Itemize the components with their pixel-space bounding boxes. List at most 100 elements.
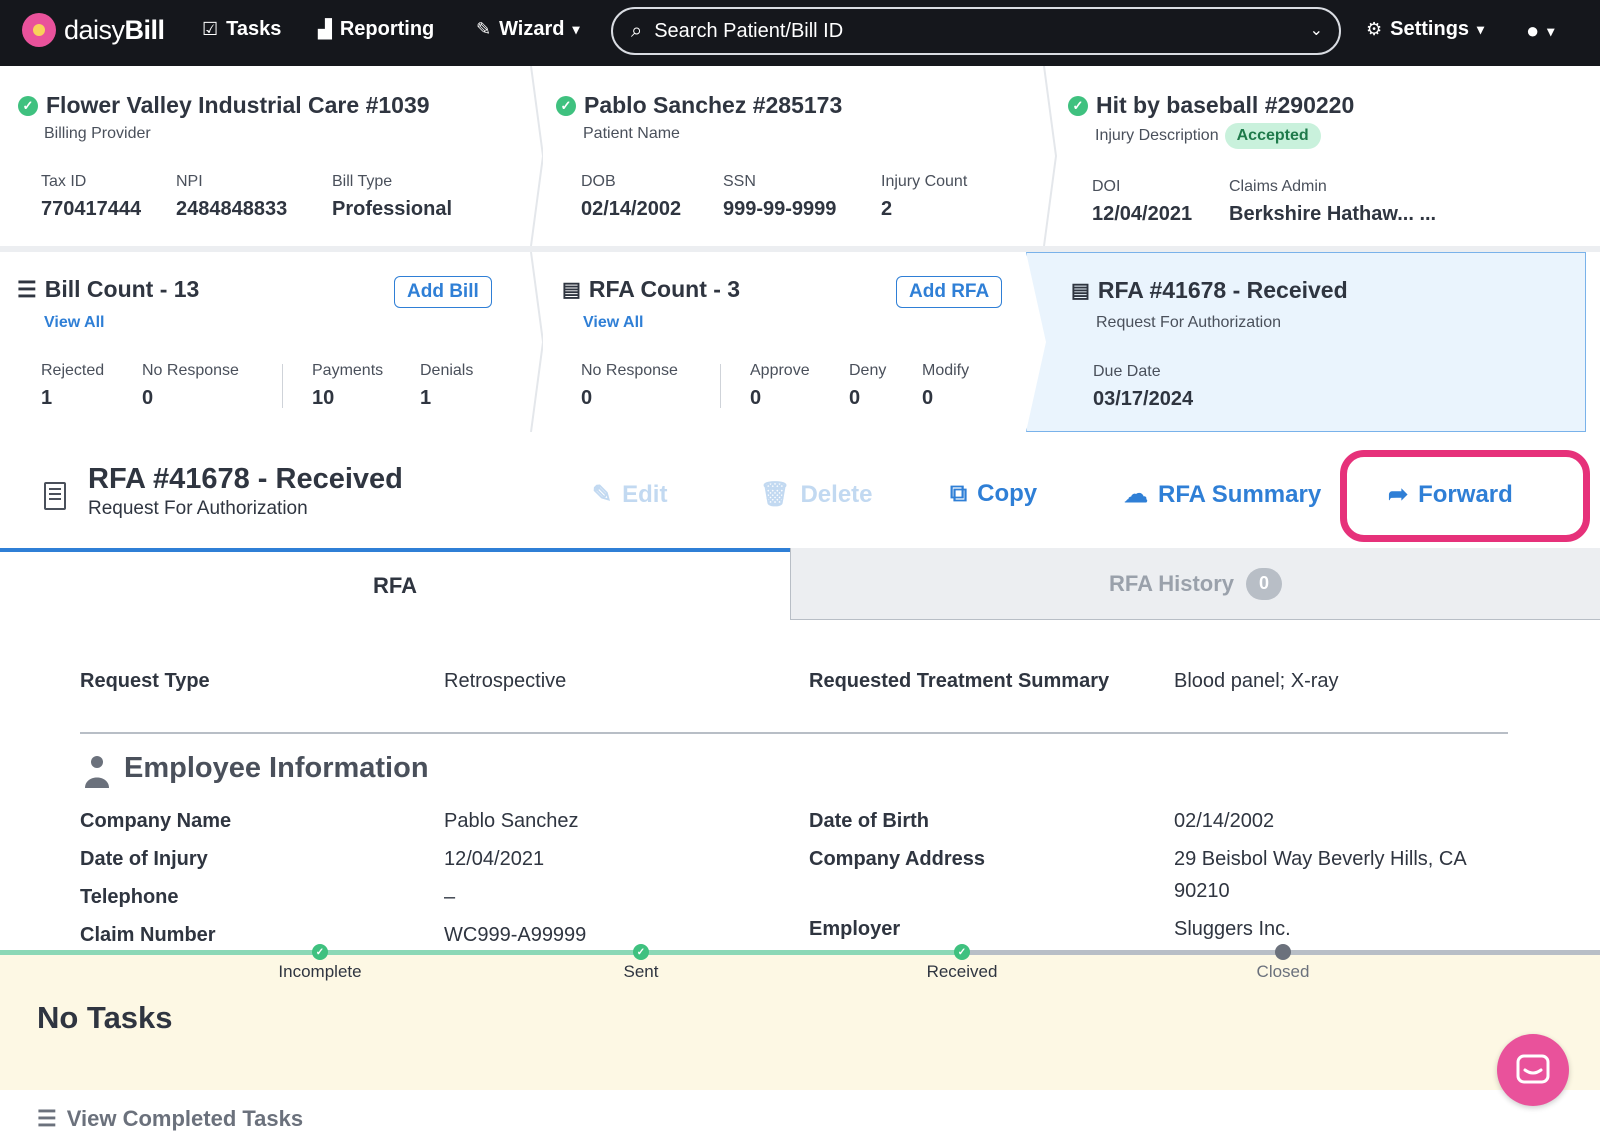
bills-no-response-value: 0 [142, 387, 154, 409]
tasks-title: No Tasks [37, 1000, 173, 1035]
company-address-label: Company Address [809, 848, 985, 870]
company-name-value: Pablo Sanchez [444, 810, 579, 832]
nav-reporting[interactable]: ▟ Reporting [318, 18, 434, 41]
rejected-label: Rejected [41, 362, 105, 379]
treatment-summary-value: Blood panel; X-ray [1174, 670, 1339, 692]
date-of-birth-value: 02/14/2002 [1174, 810, 1275, 832]
copy-icon: ⧉ [950, 480, 968, 507]
rfa-count-title: ▤ RFA Count - 3 [562, 276, 741, 302]
employer-label: Employer [809, 918, 901, 940]
deny-label: Deny [849, 362, 887, 379]
patient-subtitle: Patient Name [583, 125, 680, 142]
bill-type-value: Professional [332, 198, 453, 220]
due-date-label: Due Date [1093, 363, 1161, 380]
tab-rfa-history[interactable]: RFA History 0 [790, 548, 1600, 620]
provider-panel[interactable]: ✓ Flower Valley Industrial Care #1039 Bi… [0, 66, 530, 246]
injury-panel[interactable]: ✓ Hit by baseball #290220 Injury Descrip… [1054, 66, 1600, 246]
due-date-value: 03/17/2024 [1093, 388, 1194, 410]
search-input[interactable]: ⌕ Search Patient/Bill ID ⌄ [611, 7, 1341, 55]
doi-value: 12/04/2021 [1092, 203, 1193, 225]
copy-button[interactable]: ⧉ Copy [950, 480, 1037, 508]
status-badge: Accepted [1224, 123, 1321, 149]
nav-tasks[interactable]: ☑ Tasks [202, 18, 281, 41]
delete-button[interactable]: 🗑 Delete [760, 480, 873, 509]
current-rfa-panel[interactable]: ▤ RFA #41678 - Received Request For Auth… [1026, 252, 1586, 432]
top-nav: daisyBill ☑ Tasks ▟ Reporting ✎ Wizard ▾… [0, 0, 1600, 66]
trash-icon: 🗑 [760, 481, 791, 508]
edit-button[interactable]: ✎ Edit [592, 480, 667, 509]
modify-value: 0 [922, 387, 934, 409]
claims-admin-label: Claims Admin [1229, 178, 1327, 195]
tasks-panel [0, 955, 1600, 1090]
request-type-label: Request Type [80, 670, 210, 692]
nav-wizard[interactable]: ✎ Wizard ▾ [476, 18, 580, 41]
divider [282, 364, 283, 408]
deny-value: 0 [849, 387, 861, 409]
chevron-down-icon: ▾ [1547, 22, 1555, 39]
check-circle-icon: ✓ [18, 95, 38, 116]
progress-step-label: Incomplete [278, 962, 362, 981]
document-icon: ▤ [562, 279, 581, 301]
bill-count-title: ☰ Bill Count - 13 [17, 276, 200, 302]
tab-rfa[interactable]: RFA [0, 548, 790, 620]
company-address-line1: 29 Beisbol Way Beverly Hills, CA [1174, 848, 1467, 870]
view-completed-tasks-link[interactable]: ☰ View Completed Tasks [37, 1106, 303, 1132]
company-name-label: Company Name [80, 810, 232, 832]
bill-count-panel: ☰ Bill Count - 13 View All Add Bill Reje… [0, 252, 530, 432]
telephone-value: – [444, 886, 456, 908]
employer-value: Sluggers Inc. [1174, 918, 1291, 940]
approve-value: 0 [750, 387, 762, 409]
company-address-line2: 90210 [1174, 880, 1230, 902]
claims-admin-value: Berkshire Hathaw... ... [1229, 203, 1437, 225]
injury-count-value: 2 [881, 198, 893, 220]
bills-view-all-link[interactable]: View All [44, 314, 104, 332]
chevron-down-icon[interactable]: ⌄ [1310, 20, 1323, 40]
chat-button[interactable] [1497, 1034, 1569, 1106]
user-avatar-icon: ● [1526, 18, 1540, 43]
rfa-page-title: RFA #41678 - Received [88, 463, 403, 495]
daisy-flower-icon [22, 13, 56, 47]
patient-panel[interactable]: ✓ Pablo Sanchez #285173 Patient Name DOB… [538, 66, 1046, 246]
chevron-down-icon: ▾ [1477, 21, 1485, 37]
progress-step-label: Received [926, 962, 998, 981]
date-of-injury-label: Date of Injury [80, 848, 208, 870]
npi-value: 2484848833 [176, 198, 288, 220]
document-icon [44, 482, 66, 510]
progress-step-dot: ✓ [633, 944, 649, 960]
forward-highlight [1340, 450, 1590, 542]
section-divider [80, 732, 1508, 734]
daisybill-logo[interactable]: daisyBill [22, 13, 165, 47]
user-menu[interactable]: ● ▾ [1526, 18, 1554, 44]
progress-step-label: Closed [1256, 962, 1310, 981]
claim-number-label: Claim Number [80, 924, 216, 946]
list-icon: ☰ [37, 1106, 57, 1131]
add-rfa-button[interactable]: Add RFA [896, 276, 1003, 308]
telephone-label: Telephone [80, 886, 179, 908]
history-count-badge: 0 [1246, 567, 1283, 600]
panel-chevron [513, 66, 543, 432]
rfa-page-subtitle: Request For Authorization [88, 498, 308, 519]
injury-count-label: Injury Count [881, 173, 968, 190]
rfa-summary-button[interactable]: ☁ RFA Summary [1124, 480, 1321, 509]
pencil-icon: ✎ [592, 481, 613, 508]
progress-step-dot [1275, 944, 1291, 960]
check-circle-icon: ✓ [556, 95, 576, 116]
denials-value: 1 [420, 387, 432, 409]
employee-section-title: Employee Information [124, 752, 429, 784]
npi-label: NPI [176, 173, 203, 190]
date-of-birth-label: Date of Birth [809, 810, 929, 832]
provider-subtitle: Billing Provider [44, 125, 151, 142]
approve-label: Approve [750, 362, 810, 379]
check-circle-icon: ✓ [1068, 95, 1088, 116]
rfa-no-response-label: No Response [581, 362, 678, 379]
provider-title: ✓ Flower Valley Industrial Care #1039 [18, 92, 430, 119]
injury-title: ✓ Hit by baseball #290220 [1068, 92, 1354, 119]
rfas-view-all-link[interactable]: View All [583, 314, 643, 332]
progress-step-dot: ✓ [312, 944, 328, 960]
ssn-value: 999-99-9999 [723, 198, 837, 220]
date-of-injury-value: 12/04/2021 [444, 848, 545, 870]
nav-settings[interactable]: ⚙ Settings ▾ [1366, 18, 1484, 41]
payments-label: Payments [312, 362, 384, 379]
add-bill-button[interactable]: Add Bill [394, 276, 492, 308]
cloud-download-icon: ☁ [1124, 481, 1148, 508]
